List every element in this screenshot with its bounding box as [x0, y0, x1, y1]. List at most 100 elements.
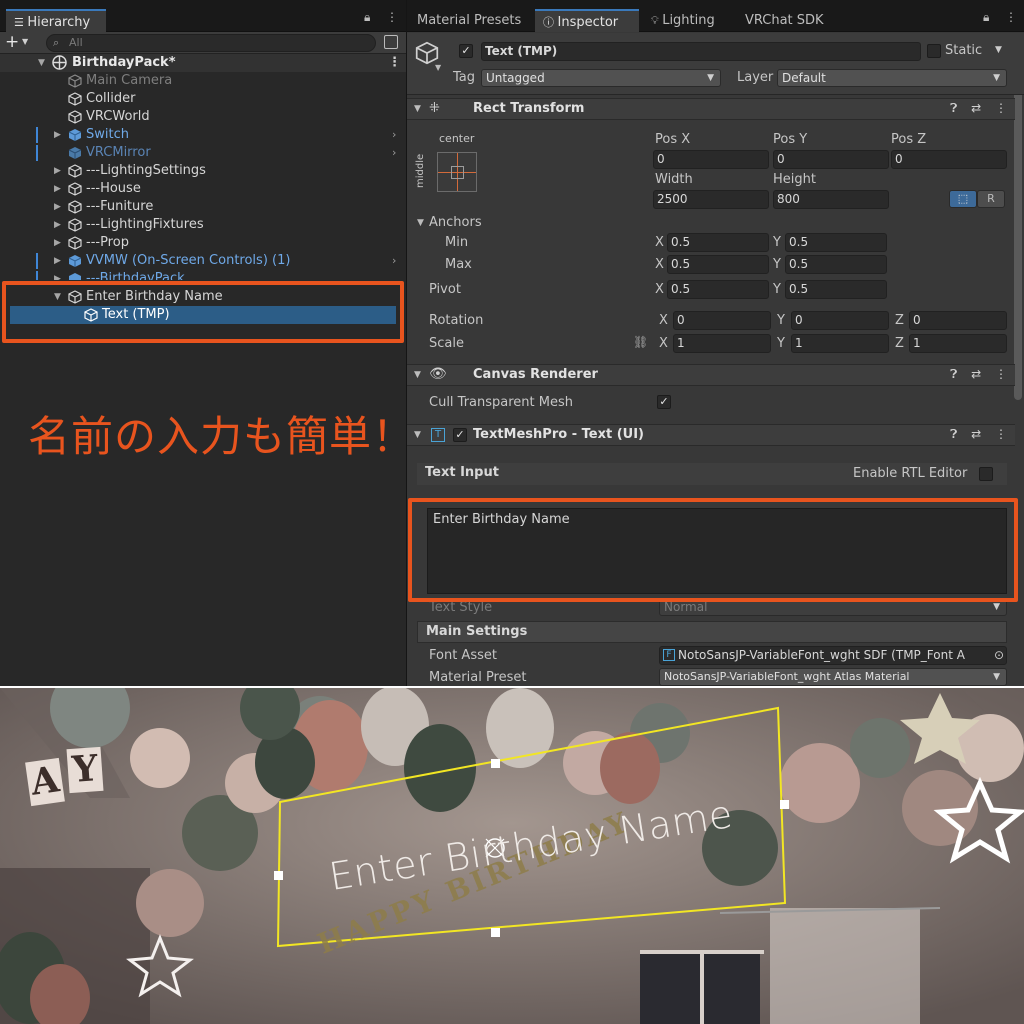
chevron-down-icon: ▼: [993, 73, 1000, 83]
pos-z-field[interactable]: 0: [891, 150, 1007, 169]
hierarchy-list-icon: ☰: [14, 16, 28, 29]
hierarchy-item-vrcmirror[interactable]: VRCMirror ›: [0, 144, 406, 162]
height-field[interactable]: 800: [773, 190, 889, 209]
rect-transform-header[interactable]: ▼ ⁜ Rect Transform ❓︎ ⇄ ⋮: [407, 98, 1015, 120]
help-icon[interactable]: ❓︎: [950, 367, 957, 381]
expand-arrow-icon[interactable]: ▶: [54, 162, 61, 180]
hierarchy-item-birthdaypack[interactable]: ▶ ---BirthdayPack: [0, 270, 406, 280]
scene-root-row[interactable]: ▼ BirthdayPack* ⋮: [0, 54, 406, 72]
component-header-icons[interactable]: ❓︎ ⇄ ⋮: [950, 367, 1007, 382]
canvas-renderer-header[interactable]: ▼ 👁︎ Canvas Renderer ❓︎ ⇄ ⋮: [407, 364, 1015, 386]
expand-arrow-icon[interactable]: ▼: [38, 54, 45, 72]
expand-arrow-icon[interactable]: ▶: [54, 234, 61, 252]
tag-dropdown[interactable]: Untagged ▼: [481, 69, 721, 87]
kebab-menu-icon[interactable]: ⋮: [995, 367, 1007, 381]
static-dropdown-caret[interactable]: ▼: [995, 45, 1002, 55]
hierarchy-item-house[interactable]: ▶ ---House: [0, 180, 406, 198]
lock-icon[interactable]: 🔒︎: [983, 10, 989, 25]
rotation-x-field[interactable]: 0: [673, 311, 771, 330]
fold-arrow-icon[interactable]: ▼: [414, 370, 421, 380]
presets-icon[interactable]: ⇄: [971, 367, 981, 381]
chevron-right-icon[interactable]: ›: [392, 126, 396, 144]
icon-dropdown-caret[interactable]: ▼: [435, 63, 441, 72]
override-marker: [36, 145, 38, 161]
scale-x-field[interactable]: 1: [673, 334, 771, 353]
active-checkbox[interactable]: ✓: [459, 44, 473, 58]
hierarchy-item-main-camera[interactable]: Main Camera: [0, 72, 406, 90]
kebab-menu-icon[interactable]: ⋮: [1005, 10, 1017, 24]
pos-x-field[interactable]: 0: [653, 150, 769, 169]
cull-transparent-mesh-checkbox[interactable]: ✓: [657, 395, 671, 409]
help-icon[interactable]: ❓︎: [950, 427, 957, 441]
anchor-min-x-field[interactable]: 0.5: [667, 233, 769, 252]
fold-arrow-icon[interactable]: ▼: [414, 430, 421, 440]
expand-arrow-icon[interactable]: ▶: [54, 198, 61, 216]
tab-lighting[interactable]: 💡︎ Lighting: [643, 9, 723, 32]
kebab-menu-icon[interactable]: ⋮: [386, 10, 398, 24]
max-y-axis-label: Y: [773, 257, 781, 272]
scene-kebab-icon[interactable]: ⋮: [388, 54, 401, 72]
raw-edit-button[interactable]: R: [977, 190, 1005, 208]
hierarchy-item-switch[interactable]: ▶ Switch ›: [0, 126, 406, 144]
width-field[interactable]: 2500: [653, 190, 769, 209]
static-checkbox[interactable]: [927, 44, 941, 58]
expand-arrow-icon[interactable]: ▶: [54, 216, 61, 234]
object-name-field[interactable]: Text (TMP): [481, 42, 921, 61]
expand-arrow-icon[interactable]: ▶: [54, 126, 61, 144]
tab-inspector[interactable]: ⓘ Inspector: [535, 9, 639, 32]
blueprint-mode-button[interactable]: ⬚: [949, 190, 977, 208]
rotation-z-field[interactable]: 0: [909, 311, 1007, 330]
component-header-icons[interactable]: ❓︎ ⇄ ⋮: [950, 101, 1007, 116]
layer-dropdown[interactable]: Default ▼: [777, 69, 1007, 87]
expand-arrow-icon[interactable]: ▶: [54, 180, 61, 198]
rotation-y-field[interactable]: 0: [791, 311, 889, 330]
anchor-inner-rect: [451, 166, 464, 179]
scale-y-field[interactable]: 1: [791, 334, 889, 353]
presets-icon[interactable]: ⇄: [971, 101, 981, 115]
anchor-max-y-field[interactable]: 0.5: [785, 255, 887, 274]
scene-visibility-icon[interactable]: [384, 35, 398, 49]
component-header-icons[interactable]: ❓︎ ⇄ ⋮: [950, 427, 1007, 442]
fold-arrow-icon[interactable]: ▼: [414, 104, 421, 114]
hierarchy-item-prop[interactable]: ▶ ---Prop: [0, 234, 406, 252]
expand-arrow-icon[interactable]: ▶: [54, 252, 61, 270]
hierarchy-item-funiture[interactable]: ▶ ---Funiture: [0, 198, 406, 216]
hierarchy-item-lightingfixtures[interactable]: ▶ ---LightingFixtures: [0, 216, 406, 234]
hierarchy-item-vrcworld[interactable]: VRCWorld: [0, 108, 406, 126]
rtl-editor-checkbox[interactable]: [979, 467, 993, 481]
tmp-enabled-checkbox[interactable]: ✓: [453, 428, 467, 442]
lock-icon[interactable]: 🔒︎: [364, 10, 370, 25]
pivot-y-field[interactable]: 0.5: [785, 280, 887, 299]
pos-y-field[interactable]: 0: [773, 150, 889, 169]
kebab-menu-icon[interactable]: ⋮: [995, 101, 1007, 115]
tab-material-presets[interactable]: Material Presets: [409, 9, 529, 32]
scale-z-field[interactable]: 1: [909, 334, 1007, 353]
anchors-fold-icon[interactable]: ▼: [417, 218, 424, 228]
chevron-down-icon[interactable]: ▼: [22, 37, 28, 46]
create-button[interactable]: +: [5, 33, 19, 51]
pivot-x-field[interactable]: 0.5: [667, 280, 769, 299]
anchor-max-x-field[interactable]: 0.5: [667, 255, 769, 274]
chevron-right-icon[interactable]: ›: [392, 252, 396, 270]
hierarchy-item-lightingsettings[interactable]: ▶ ---LightingSettings: [0, 162, 406, 180]
tab-vrchat-sdk[interactable]: VRChat SDK: [737, 9, 832, 32]
kebab-menu-icon[interactable]: ⋮: [995, 427, 1007, 441]
object-picker-icon[interactable]: ⊙: [993, 647, 1004, 664]
chevron-right-icon[interactable]: ›: [392, 144, 396, 162]
scale-label: Scale: [429, 336, 464, 351]
anchor-min-y-field[interactable]: 0.5: [785, 233, 887, 252]
search-input[interactable]: ⌕ All: [46, 34, 376, 52]
font-asset-field[interactable]: F NotoSansJP-VariableFont_wght SDF (TMP_…: [659, 646, 1007, 665]
banner-flag-y: Y: [66, 746, 104, 794]
textmeshpro-header[interactable]: ▼ T ✓ TextMeshPro - Text (UI) ❓︎ ⇄ ⋮: [407, 424, 1015, 446]
tab-hierarchy[interactable]: ☰ Hierarchy: [6, 9, 106, 32]
anchor-presets-button[interactable]: [437, 152, 477, 192]
main-settings-section[interactable]: Main Settings: [417, 621, 1007, 643]
hierarchy-item-collider[interactable]: Collider: [0, 90, 406, 108]
presets-icon[interactable]: ⇄: [971, 427, 981, 441]
material-preset-dropdown[interactable]: NotoSansJP-VariableFont_wght Atlas Mater…: [659, 668, 1007, 686]
hierarchy-item-vvmw[interactable]: ▶ VVMW (On-Screen Controls) (1) ›: [0, 252, 406, 270]
help-icon[interactable]: ❓︎: [950, 101, 957, 115]
expand-arrow-icon[interactable]: ▶: [54, 270, 61, 280]
constrain-proportions-icon[interactable]: ⛓︎: [633, 335, 648, 349]
